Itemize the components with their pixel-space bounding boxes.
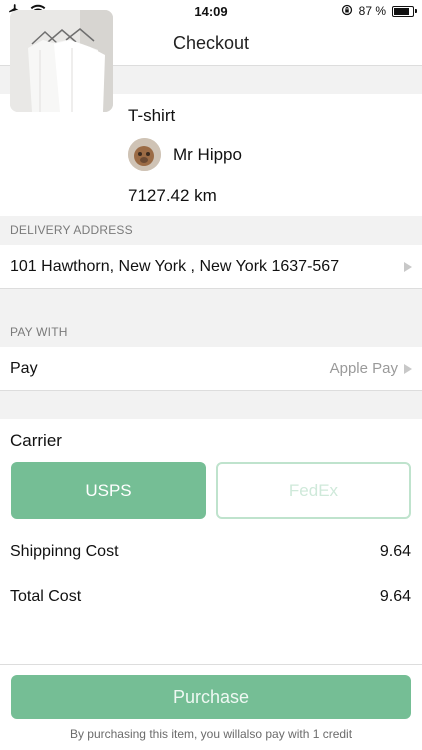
carrier-fedex-button[interactable]: FedEx xyxy=(216,462,411,519)
battery-level xyxy=(394,7,409,15)
status-time: 14:09 xyxy=(194,3,228,19)
chevron-right-icon xyxy=(404,363,412,374)
total-cost-label: Total Cost xyxy=(10,588,82,605)
total-cost-row: Total Cost 9.64 xyxy=(10,588,411,606)
page-title: Checkout xyxy=(172,33,250,53)
delivery-address-text: 101 Hawthorn, New York , New York 1637-5… xyxy=(10,257,340,275)
product-title: T-shirt xyxy=(128,106,176,125)
shipping-cost-row: Shippinng Cost 9.64 xyxy=(10,543,411,561)
purchase-button[interactable]: Purchase xyxy=(11,675,411,719)
battery-percent: 87 % xyxy=(358,4,386,18)
total-cost-value: 9.64 xyxy=(379,588,411,605)
carrier-label: Carrier xyxy=(10,431,62,450)
rotation-lock-icon xyxy=(341,4,353,19)
purchase-note: By purchasing this item, you willalso pa… xyxy=(69,727,353,741)
battery-icon xyxy=(392,5,417,17)
carrier-section xyxy=(0,419,422,665)
chevron-right-icon xyxy=(404,261,412,272)
product-image xyxy=(10,10,113,112)
pay-with-header: PAY WITH xyxy=(10,325,68,339)
pay-with-row[interactable]: Pay Apple Pay xyxy=(0,347,422,391)
seller-name: Mr Hippo xyxy=(173,144,242,164)
carrier-usps-button[interactable]: USPS xyxy=(11,462,206,519)
shipping-cost-label: Shippinng Cost xyxy=(10,543,119,560)
payment-method: Apple Pay xyxy=(329,360,398,377)
avatar xyxy=(128,138,161,171)
status-right: 87 % xyxy=(294,4,417,19)
pay-label: Pay xyxy=(10,359,38,377)
seller-info[interactable]: Mr Hippo xyxy=(128,138,242,171)
delivery-address-header: DELIVERY ADDRESS xyxy=(10,223,133,237)
delivery-address-row[interactable]: 101 Hawthorn, New York , New York 1637-5… xyxy=(0,245,422,289)
distance-label: 7127.42 km xyxy=(128,186,217,205)
shipping-cost-value: 9.64 xyxy=(379,543,411,560)
